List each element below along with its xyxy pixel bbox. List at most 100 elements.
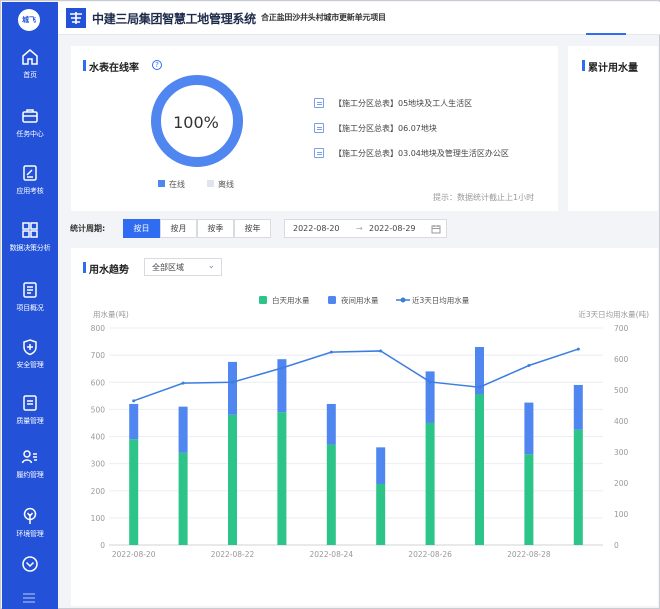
date-end: 2022-08-29 [369, 224, 416, 233]
sidebar-item-label: 项目概况 [16, 304, 44, 312]
sidebar-item[interactable]: 应用考核 [2, 164, 58, 196]
meter-icon [314, 98, 324, 108]
y-tick-right: 200 [614, 479, 629, 488]
home-icon [22, 49, 38, 65]
sidebar-item[interactable]: 数据决策分析 [2, 221, 58, 253]
period-label: 统计周期: [70, 224, 106, 233]
y-tick-left: 400 [91, 433, 106, 442]
help-icon[interactable]: ? [152, 60, 162, 70]
legend-label: 近3天日均用水量 [412, 295, 470, 305]
y-tick-left: 0 [100, 541, 105, 550]
legend-swatch [259, 296, 267, 304]
y-tick-left: 100 [91, 514, 106, 523]
y-tick-left: 200 [91, 487, 106, 496]
avg-usage-point [379, 349, 383, 353]
bar-night [524, 402, 534, 455]
avg-usage-point [428, 380, 432, 384]
y-tick-left: 700 [91, 351, 106, 360]
x-tick-label: 2022-08-26 [408, 550, 452, 559]
y-tick-left: 300 [91, 460, 106, 469]
avg-usage-line [133, 348, 579, 402]
edit-icon [23, 165, 37, 181]
period-year-button[interactable]: 按年 [234, 219, 271, 238]
sidebar-item-label: 质量管理 [16, 417, 44, 425]
avg-usage-point [231, 380, 234, 384]
avg-usage-point [576, 347, 580, 351]
meter-icon [314, 123, 324, 133]
stats-tip: 提示：数据统计截止上1小时 [433, 193, 535, 202]
period-day-button[interactable]: 按日 [123, 219, 160, 238]
sidebar-item[interactable]: 安全管理 [2, 338, 58, 370]
area-select[interactable]: 全部区域 ⌄ [144, 258, 222, 276]
project-name: 合正盐田沙井头村城市更新单元项目 [261, 13, 386, 22]
x-tick-label: 2022-08-22 [211, 550, 255, 559]
sidebar-item-label: 应用考核 [16, 187, 44, 195]
bar-day [475, 394, 484, 545]
legend-marker [400, 297, 406, 303]
bar-day [277, 412, 287, 545]
bar-day [178, 452, 188, 545]
bar-night [178, 406, 188, 453]
sidebar-item-label: 环境管理 [16, 530, 44, 538]
y-axis-left-title: 用水量(吨) [93, 309, 129, 319]
bar-day [425, 422, 435, 545]
y-tick-left: 600 [91, 378, 106, 387]
legend-online-swatch [158, 180, 165, 187]
usage-trend-chart: 白天用水量 夜间用水量 近3天日均用水量用水量(吨) 近3天日均用水量(吨) 0 100 2… [91, 295, 649, 559]
bar-night [326, 403, 336, 445]
top-header: 中建三局集团智慧工地管理系统 合正盐田沙井头村城市更新单元项目 [58, 2, 660, 35]
legend-label: 白天用水量 [272, 295, 310, 305]
legend-offline-swatch [207, 180, 214, 187]
avg-usage-point [478, 385, 481, 389]
bar-day [326, 444, 336, 545]
briefcase-icon [22, 109, 38, 123]
bar-night [228, 361, 237, 415]
menu-icon[interactable] [22, 592, 36, 604]
app-title: 中建三局集团智慧工地管理系统 [92, 12, 256, 26]
sidebar-item[interactable]: 履约管理 [2, 448, 58, 480]
sidebar-item[interactable]: 项目概况 [2, 281, 58, 313]
x-tick-label: 2022-08-24 [310, 550, 354, 559]
sidebar-expand[interactable] [2, 555, 58, 573]
sidebar-item-label: 数据决策分析 [9, 244, 51, 252]
date-separator: → [356, 224, 363, 233]
active-tab-indicator [586, 33, 626, 35]
date-start: 2022-08-20 [293, 224, 340, 233]
y-tick-right: 400 [614, 417, 629, 426]
company-logo-icon [66, 8, 86, 28]
meter-online-title: 水表在线率 [83, 59, 139, 74]
meter-icon [314, 148, 324, 158]
cumulative-title: 累计用水量 [582, 59, 638, 74]
bar-day [524, 454, 534, 545]
tree-icon [23, 507, 37, 524]
person-list-icon [21, 450, 37, 464]
y-tick-right: 700 [614, 324, 629, 333]
y-tick-right: 500 [614, 386, 629, 395]
meter-name: 【施工分区总表】06.07地块 [334, 124, 437, 133]
sidebar-item[interactable]: 质量管理 [2, 394, 58, 426]
y-axis-right-title: 近3天日均用水量(吨) [578, 309, 649, 319]
legend-label: 夜间用水量 [341, 295, 379, 305]
bar-night [376, 447, 386, 484]
date-range-picker[interactable]: 2022-08-20 → 2022-08-29 [284, 219, 447, 238]
bar-day [573, 429, 583, 545]
sidebar-item[interactable]: 环境管理 [2, 507, 58, 539]
y-tick-right: 0 [614, 541, 619, 550]
bar-night [573, 384, 583, 430]
period-month-button[interactable]: 按月 [160, 219, 197, 238]
avg-usage-point [329, 350, 333, 354]
y-tick-right: 300 [614, 448, 629, 457]
online-percent: 100% [173, 113, 219, 132]
bar-day [129, 439, 139, 545]
bar-night [129, 403, 139, 440]
sidebar-item[interactable]: 任务中心 [2, 107, 58, 139]
bar-day [228, 414, 237, 545]
bar-day [376, 483, 386, 545]
grid-icon [22, 222, 38, 238]
y-tick-left: 800 [91, 324, 106, 333]
period-quarter-button[interactable]: 按季 [197, 219, 234, 238]
meter-name: 【施工分区总表】03.04地块及管理生活区办公区 [334, 149, 509, 158]
sidebar-item[interactable]: 首页 [2, 48, 58, 80]
shield-icon [23, 339, 37, 356]
avg-usage-point [132, 399, 136, 403]
